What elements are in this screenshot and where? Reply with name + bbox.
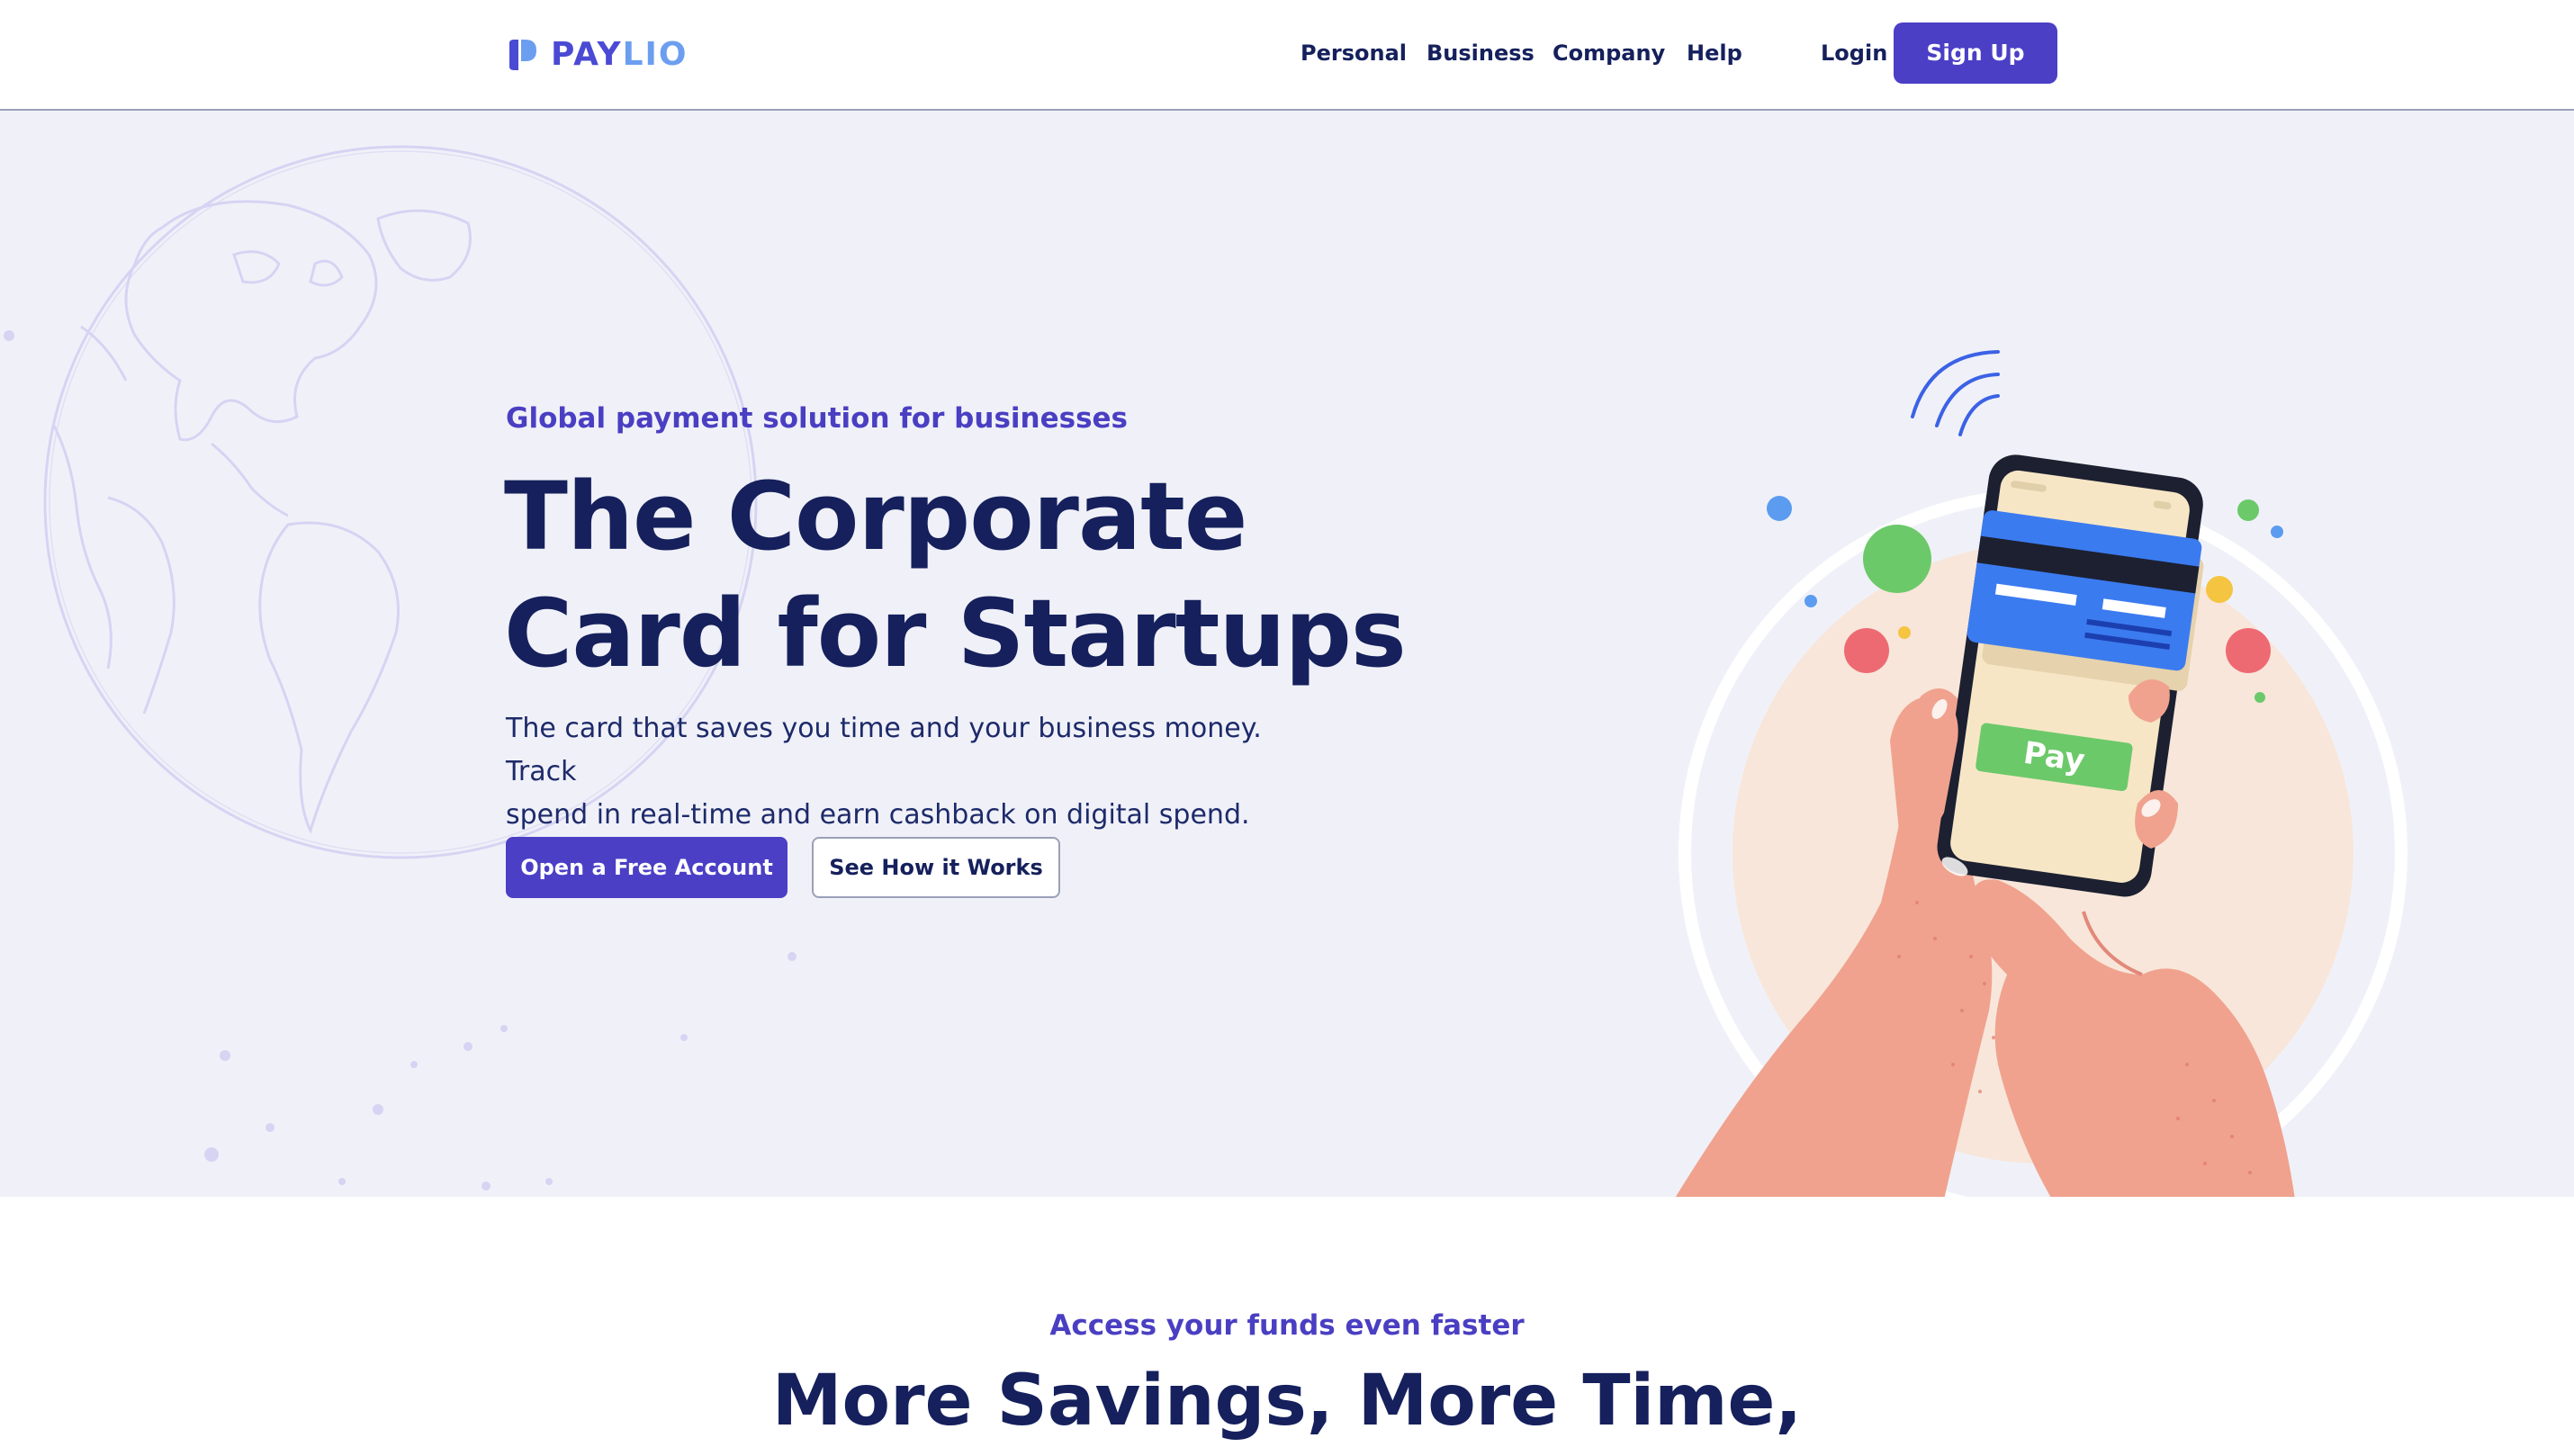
paylio-logo[interactable]: PAYLIO [506, 36, 688, 74]
hero-section: Global payment solution for businesses T… [0, 111, 2574, 1197]
login-link[interactable]: Login [1821, 36, 1887, 70]
site-header: PAYLIO Personal Business Company Help Lo… [0, 0, 2574, 111]
nav-help[interactable]: Help [1687, 36, 1742, 70]
logo-mark-icon [509, 40, 536, 70]
open-free-account-button[interactable]: Open a Free Account [506, 837, 788, 898]
hero-eyebrow: Global payment solution for businesses [506, 402, 1128, 435]
hero-description-line-1: The card that saves you time and your bu… [506, 713, 1262, 787]
section-title: More Savings, More Time, [771, 1361, 1803, 1442]
logo-text-pay: PAY [551, 36, 623, 73]
nav-personal[interactable]: Personal [1300, 36, 1407, 70]
section-eyebrow: Access your funds even faster [1049, 1309, 1525, 1342]
hero-title-line-1: The Corporate [504, 462, 1247, 571]
hero-title: The Corporate Card for Startups [504, 458, 1407, 692]
nav-business[interactable]: Business [1426, 36, 1534, 70]
see-how-it-works-button[interactable]: See How it Works [812, 837, 1060, 898]
hero-description: The card that saves you time and your bu… [506, 707, 1280, 837]
logo-text-lio: LIO [622, 36, 688, 73]
hero-description-line-2: spend in real-time and earn cashback on … [506, 799, 1250, 831]
phone-payment-illustration: Pay [1675, 350, 2408, 1197]
hero-title-line-2: Card for Startups [504, 579, 1407, 688]
nav-company[interactable]: Company [1552, 36, 1665, 70]
sign-up-button[interactable]: Sign Up [1894, 22, 2057, 84]
